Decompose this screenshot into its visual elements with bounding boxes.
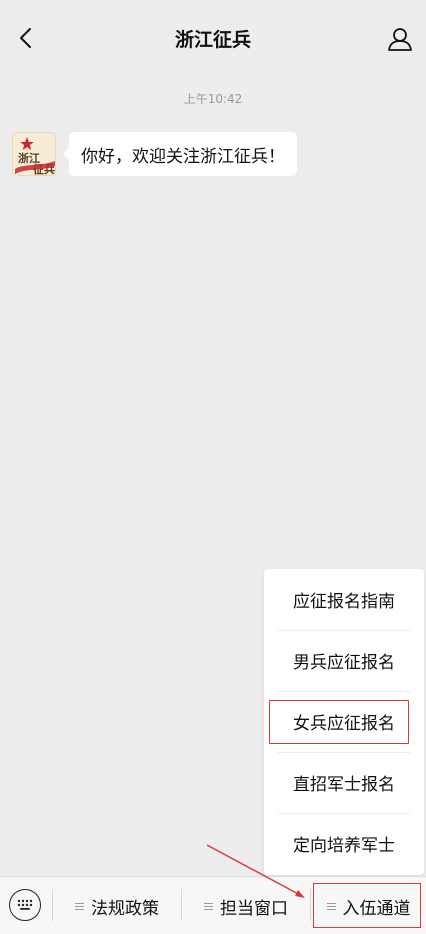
avatar[interactable]: 浙江 征兵 — [12, 132, 56, 176]
person-icon — [388, 28, 412, 51]
profile-button[interactable] — [382, 22, 418, 56]
menu-button-label: 担当窗口 — [220, 898, 288, 919]
keyboard-toggle-button[interactable] — [9, 889, 41, 921]
back-button[interactable] — [10, 22, 42, 54]
menu-button-enlistment-channel[interactable]: 入伍通道 — [311, 877, 426, 934]
message-text: 你好，欢迎关注浙江征兵！ — [81, 146, 285, 167]
submenu-item-enlistment-guide[interactable]: 应征报名指南 — [264, 569, 424, 630]
submenu-popup: 应征报名指南 男兵应征报名 女兵应征报名 直招军士报名 定向培养军士 — [264, 569, 424, 875]
chevron-left-icon — [20, 28, 31, 48]
submenu-item-male-enlistment[interactable]: 男兵应征报名 — [264, 630, 424, 691]
message-row: 浙江 征兵 你好，欢迎关注浙江征兵！ — [12, 132, 297, 176]
submenu-item-label: 女兵应征报名 — [293, 714, 395, 734]
message-bubble[interactable]: 你好，欢迎关注浙江征兵！ — [63, 132, 297, 176]
bottom-menu-bar: 法规政策 担当窗口 入伍通道 — [0, 876, 426, 934]
menu-lines-icon — [204, 902, 213, 911]
menu-button-service-window[interactable]: 担当窗口 — [182, 877, 310, 934]
menu-button-label: 法规政策 — [91, 898, 159, 919]
message-timestamp: 上午10:42 — [183, 92, 243, 106]
submenu-item-label: 直招军士报名 — [293, 775, 395, 795]
header: 浙江征兵 — [0, 0, 426, 76]
zhejiang-recruitment-logo: 浙江 征兵 — [13, 133, 55, 175]
menu-lines-icon — [75, 902, 84, 911]
page-title: 浙江征兵 — [174, 28, 251, 51]
menu-lines-icon — [326, 902, 336, 911]
submenu-item-label: 定向培养军士 — [293, 836, 395, 856]
submenu-item-female-enlistment[interactable]: 女兵应征报名 — [264, 691, 424, 752]
menu-button-label: 入伍通道 — [342, 898, 411, 919]
submenu-item-label: 男兵应征报名 — [293, 653, 395, 673]
keyboard-icon — [17, 899, 33, 910]
submenu-item-label: 应征报名指南 — [293, 592, 395, 612]
menu-button-regulations[interactable]: 法规政策 — [53, 877, 181, 934]
wechat-official-account-chat: 浙江征兵 上午10:42 浙江 征兵 你好，欢迎关注浙江征兵！ 应征报名指南 男… — [0, 0, 426, 934]
submenu-item-direct-nco[interactable]: 直招军士报名 — [264, 752, 424, 813]
submenu-item-directed-nco-training[interactable]: 定向培养军士 — [264, 813, 424, 874]
